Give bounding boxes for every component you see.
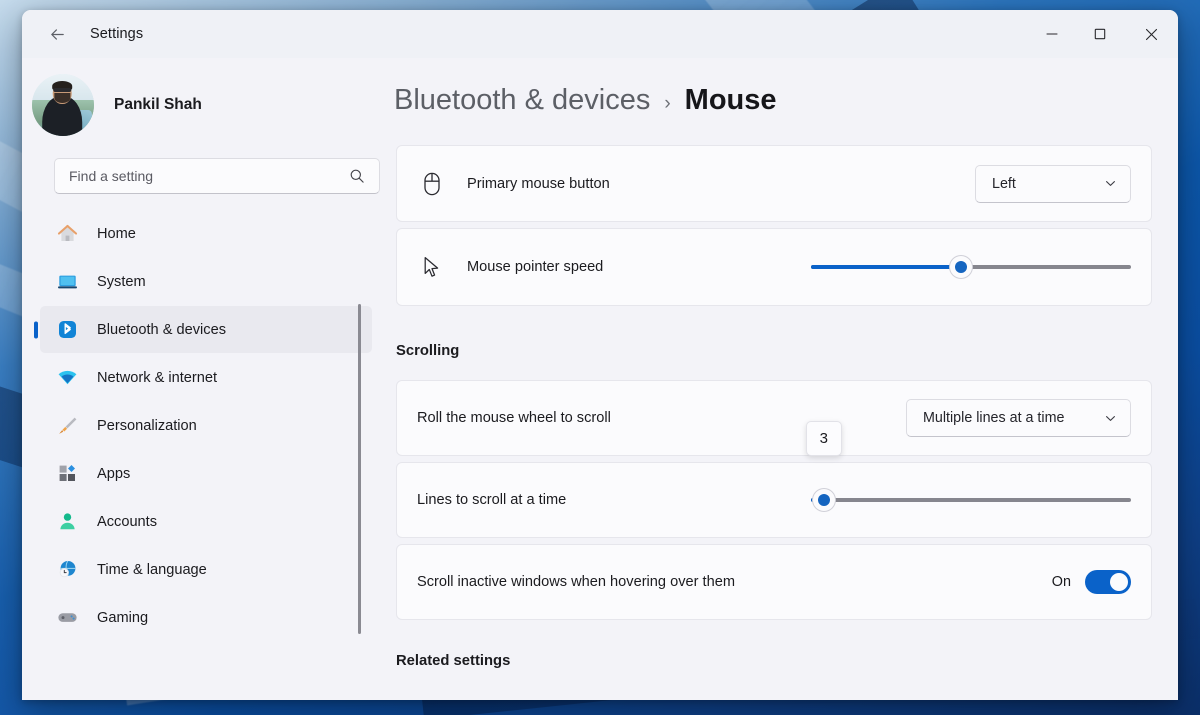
dropdown-value: Multiple lines at a time (923, 410, 1094, 426)
sidebar-item-home[interactable]: Home (40, 210, 372, 257)
sidebar-item-label: Time & language (97, 562, 207, 578)
window-controls (1028, 10, 1178, 58)
sidebar-item-label: Home (97, 226, 136, 242)
primary-mouse-button-label: Primary mouse button (467, 176, 975, 192)
maximize-icon (1094, 28, 1106, 40)
lines-to-scroll-label: Lines to scroll at a time (417, 492, 811, 508)
cursor-arrow-icon (417, 256, 447, 279)
chevron-right-icon: › (664, 93, 670, 115)
user-name: Pankil Shah (114, 96, 202, 114)
lines-to-scroll-row[interactable]: Lines to scroll at a time (396, 462, 1152, 538)
sidebar-item-label: Network & internet (97, 370, 217, 386)
page-title: Mouse (685, 84, 777, 117)
wheel-scroll-dropdown[interactable]: Multiple lines at a time (906, 399, 1131, 437)
settings-window: Settings (22, 10, 1178, 700)
slider-track (811, 498, 1131, 502)
avatar (32, 74, 94, 136)
search-icon (343, 168, 379, 184)
mouse-icon (417, 172, 447, 196)
clock-globe-icon (54, 559, 80, 580)
breadcrumb-parent[interactable]: Bluetooth & devices (394, 84, 650, 117)
paintbrush-icon (54, 415, 80, 436)
avatar-beard (54, 93, 70, 103)
sidebar-item-accessibility[interactable]: Accessibility (40, 642, 372, 654)
sidebar-item-label: System (97, 274, 146, 290)
dropdown-value: Left (992, 176, 1094, 192)
main-content: Bluetooth & devices › Mouse Primary mous… (390, 58, 1178, 700)
close-button[interactable] (1124, 10, 1178, 58)
sidebar-item-personalization[interactable]: Personalization (40, 402, 372, 449)
mouse-pointer-speed-label: Mouse pointer speed (467, 259, 811, 275)
search-input[interactable] (55, 168, 343, 184)
maximize-button[interactable] (1076, 10, 1124, 58)
sidebar: Pankil Shah (22, 58, 390, 700)
scroll-inactive-windows-row[interactable]: Scroll inactive windows when hovering ov… (396, 544, 1152, 620)
search-box[interactable] (54, 158, 380, 194)
sidebar-item-label: Gaming (97, 610, 148, 626)
sidebar-item-label: Bluetooth & devices (97, 322, 226, 338)
chevron-down-icon (1104, 412, 1117, 425)
scroll-inactive-windows-toggle[interactable] (1085, 570, 1131, 594)
sidebar-item-gaming[interactable]: Gaming (40, 594, 372, 641)
sidebar-item-label: Personalization (97, 418, 197, 434)
title-bar: Settings (22, 10, 1178, 58)
back-button[interactable] (40, 17, 74, 51)
accounts-icon (54, 511, 80, 532)
sidebar-scrollbar[interactable] (358, 304, 361, 634)
back-arrow-icon (48, 25, 67, 44)
user-profile[interactable]: Pankil Shah (22, 58, 390, 130)
avatar-glasses (53, 88, 71, 92)
minimize-button[interactable] (1028, 10, 1076, 58)
window-title: Settings (90, 26, 143, 42)
window-body: Pankil Shah (22, 58, 1178, 700)
home-icon (54, 223, 80, 244)
slider-thumb[interactable] (950, 256, 972, 278)
wifi-icon (54, 367, 80, 388)
primary-mouse-button-dropdown[interactable]: Left (975, 165, 1131, 203)
scroll-inactive-toggle-group[interactable]: On (1052, 570, 1131, 594)
slider-fill (811, 265, 961, 269)
scroll-inactive-windows-label: Scroll inactive windows when hovering ov… (417, 574, 1052, 590)
close-icon (1145, 28, 1158, 41)
slider-thumb[interactable] (813, 489, 835, 511)
gamepad-icon (54, 607, 80, 628)
sidebar-item-system[interactable]: System (40, 258, 372, 305)
primary-mouse-button-row[interactable]: Primary mouse button Left (396, 145, 1152, 222)
sidebar-item-accounts[interactable]: Accounts (40, 498, 372, 545)
lines-to-scroll-slider[interactable] (811, 489, 1131, 511)
mouse-pointer-speed-slider[interactable] (811, 256, 1131, 278)
apps-icon (54, 463, 80, 484)
breadcrumb: Bluetooth & devices › Mouse (394, 84, 1178, 117)
minimize-icon (1046, 28, 1058, 40)
chevron-down-icon (1104, 177, 1117, 190)
related-settings-heading: Related settings (396, 653, 1178, 669)
system-icon (54, 271, 80, 292)
mouse-pointer-speed-row[interactable]: Mouse pointer speed (396, 228, 1152, 306)
scrolling-section-heading: Scrolling (396, 343, 1178, 359)
bluetooth-icon (54, 319, 80, 340)
toggle-state-label: On (1052, 574, 1071, 590)
sidebar-item-time-language[interactable]: Time & language (40, 546, 372, 593)
sidebar-item-bluetooth-devices[interactable]: Bluetooth & devices (40, 306, 372, 353)
active-indicator (34, 321, 38, 338)
sidebar-item-label: Apps (97, 466, 130, 482)
wheel-scroll-row[interactable]: Roll the mouse wheel to scroll Multiple … (396, 380, 1152, 456)
sidebar-item-apps[interactable]: Apps (40, 450, 372, 497)
sidebar-item-label: Accounts (97, 514, 157, 530)
sidebar-nav: Home System (22, 210, 390, 654)
lines-to-scroll-value-tooltip: 3 (806, 421, 842, 456)
toggle-knob (1110, 573, 1128, 591)
sidebar-item-network-internet[interactable]: Network & internet (40, 354, 372, 401)
